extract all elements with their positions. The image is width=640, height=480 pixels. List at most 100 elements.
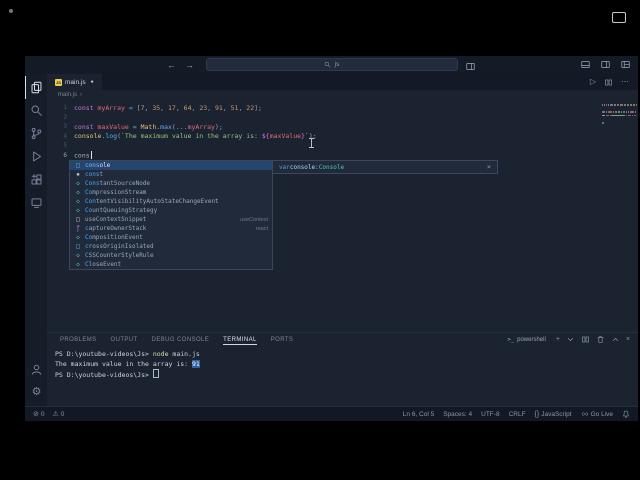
suggest-widget: □ console ▪ const ◇ ConstantSourceNode ◇ Compre… (69, 160, 273, 270)
chevron-right-icon: › (80, 92, 83, 98)
suggest-item[interactable]: ƒ captureOwnerStack react (70, 224, 272, 233)
status-label: Go Live (590, 410, 613, 418)
suggest-item[interactable]: ◇ CompositionEvent (70, 233, 272, 242)
activity-run-debug[interactable] (25, 145, 47, 168)
new-terminal-icon[interactable]: + (556, 336, 560, 343)
suggest-label: ContentVisibilityAutoStateChangeEvent (85, 198, 219, 205)
tab-bar: JS main.js ● ▷ ⋯ (47, 74, 638, 90)
code-line: 3 const maxValue = Math.max(...myArray); (47, 122, 638, 132)
editor[interactable]: 1 const myArray = [7, 35, 17, 64, 23, 91,… (47, 100, 638, 332)
status-left: ⊘ 0 ⚠ 0 (33, 411, 64, 418)
keyword-suggest-icon: ▪ (76, 171, 80, 178)
launch-profile-icon[interactable] (566, 335, 575, 344)
minimap[interactable] (600, 100, 638, 332)
panel-tab-debug-console[interactable]: DEBUG CONSOLE (145, 333, 217, 346)
debug-icon (30, 150, 43, 163)
activity-account[interactable] (25, 358, 47, 381)
suggest-item[interactable]: ◇ CloseEvent (70, 260, 272, 269)
split-editor-icon[interactable] (604, 78, 613, 87)
titlebar-nav: ← → (167, 56, 194, 74)
close-icon[interactable]: × (487, 163, 491, 171)
activity-source-control[interactable] (25, 122, 47, 145)
status-right: Ln 6, Col 5 Spaces: 4 UTF-8 CRLF {} JavaScrip… (403, 410, 630, 418)
tab-label: main.js (65, 78, 86, 86)
toggle-panel-icon[interactable] (580, 59, 591, 70)
activity-settings[interactable]: ⚙ (25, 381, 47, 404)
minimap-line (602, 108, 636, 110)
breadcrumb[interactable]: main.js › (47, 90, 638, 100)
close-panel-icon[interactable]: × (626, 336, 630, 343)
breadcrumb-file: main.js (58, 92, 78, 98)
panel-tab-problems[interactable]: PROBLEMS (53, 333, 104, 346)
suggest-label: const (85, 171, 104, 178)
warning-icon: ⚠ (52, 410, 59, 418)
terminal-line: PS D:\youtube-videos\Js> node main.js (55, 350, 200, 358)
split-terminal-icon[interactable] (581, 335, 590, 344)
search-icon (30, 104, 43, 117)
suggest-item[interactable]: ◇ CSSCounterStyleRule (70, 251, 272, 260)
panel-tab-ports[interactable]: PORTS (264, 333, 301, 346)
panel-header: PROBLEMS OUTPUT DEBUG CONSOLE TERMINAL PORTS… (47, 333, 638, 346)
status-cursor-position[interactable]: Ln 6, Col 5 (403, 411, 434, 418)
activity-bar: ⚙ (25, 74, 47, 406)
tab-actions: ▷ ⋯ (590, 74, 638, 90)
toggle-sidebar-icon[interactable] (600, 59, 611, 70)
suggest-item[interactable]: ▪ const (70, 170, 272, 179)
status-errors[interactable]: ⊘ 0 (33, 411, 45, 418)
maximize-panel-icon[interactable] (611, 335, 620, 344)
gear-icon: ⚙ (31, 386, 42, 398)
suggest-item[interactable]: □ console (70, 161, 272, 170)
terminal-profile[interactable]: >_ powershell (508, 337, 546, 343)
status-language-mode[interactable]: {} JavaScript (535, 411, 572, 418)
tab-main-js[interactable]: JS main.js ● (47, 74, 102, 90)
status-encoding[interactable]: UTF-8 (481, 411, 499, 418)
forward-icon[interactable]: → (185, 60, 194, 70)
suggest-item[interactable]: ◇ CountQueuingStrategy (70, 206, 272, 215)
status-label: CRLF (508, 410, 526, 418)
code-text: const myArray = [7, 35, 17, 64, 23, 91, … (74, 103, 262, 112)
function-suggest-icon: ƒ (76, 225, 80, 232)
suggest-item[interactable]: ◇ ConstantSourceNode (70, 179, 272, 188)
toggle-secondary-sidebar-icon[interactable] (465, 61, 476, 72)
suggest-item[interactable]: ◇ CompressionStream (70, 188, 272, 197)
activity-remote-explorer[interactable] (25, 191, 47, 214)
braces-icon: {} (534, 410, 540, 418)
powershell-icon: >_ (507, 336, 515, 343)
vscode-window: ← → js ⚙ JS main.js ● ▷ ⋯ main.js › 1 co… (25, 56, 638, 421)
suggest-item[interactable]: □ useContextSnippet useContext (70, 215, 272, 224)
suggest-item[interactable]: ◇ ContentVisibilityAutoStateChangeEvent (70, 197, 272, 206)
status-warnings[interactable]: ⚠ 0 (53, 411, 65, 418)
terminal-cursor (152, 369, 159, 378)
line-number: 2 (63, 113, 67, 121)
panel-tab-output[interactable]: OUTPUT (104, 333, 145, 346)
class-suggest-icon: ◇ (76, 234, 80, 241)
suggest-details: var console: Console × (272, 160, 498, 174)
status-go-live[interactable]: Go Live (581, 410, 613, 418)
run-code-icon[interactable]: ▷ (590, 78, 596, 86)
command-center-text: js (334, 61, 340, 68)
class-suggest-icon: ◇ (76, 180, 80, 187)
panel-tab-terminal[interactable]: TERMINAL (216, 333, 264, 346)
more-actions-icon[interactable]: ⋯ (621, 78, 629, 86)
suggest-item[interactable]: □ crossOriginIsolated (70, 242, 272, 251)
terminal[interactable]: PS D:\youtube-videos\Js> node main.js The… (47, 346, 638, 406)
activity-search[interactable] (25, 99, 47, 122)
text-cursor (90, 151, 92, 159)
back-icon[interactable]: ← (167, 60, 176, 70)
suggest-label: CSSCounterStyleRule (85, 252, 154, 259)
customize-layout-icon[interactable] (620, 59, 631, 70)
workbench: ⚙ JS main.js ● ▷ ⋯ main.js › 1 const myArr… (25, 74, 638, 406)
suggest-label: CompressionStream (85, 189, 147, 196)
activity-extensions[interactable] (25, 168, 47, 191)
panel: PROBLEMS OUTPUT DEBUG CONSOLE TERMINAL PORTS… (47, 332, 638, 406)
editor-column: JS main.js ● ▷ ⋯ main.js › 1 const myArray… (47, 74, 638, 406)
suggest-label: CompositionEvent (85, 234, 143, 241)
command-center[interactable]: js (205, 58, 458, 71)
kill-terminal-icon[interactable] (596, 335, 605, 344)
status-eol[interactable]: CRLF (509, 411, 526, 418)
status-notifications[interactable] (622, 410, 630, 418)
status-indentation[interactable]: Spaces: 4 (443, 411, 472, 418)
extensions-icon (30, 173, 43, 186)
activity-explorer[interactable] (25, 76, 47, 99)
terminal-line: PS D:\youtube-videos\Js> (55, 369, 638, 380)
